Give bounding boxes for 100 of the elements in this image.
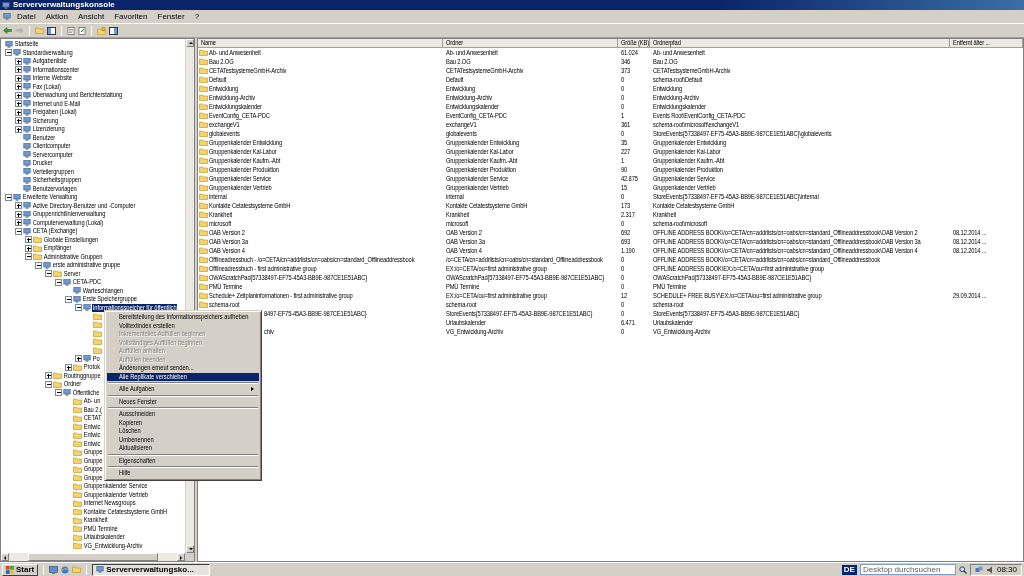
minus-toggle[interactable] (55, 389, 62, 397)
tree-item[interactable]: Informationscenter (32, 65, 80, 74)
menu-item[interactable]: Neues Fenster (107, 397, 259, 406)
menu-item[interactable]: Kopieren (107, 418, 259, 427)
menu-item[interactable]: Aktualisieren (107, 444, 259, 453)
tree-item[interactable]: Sicherheitsgruppen (32, 176, 82, 185)
tree-item[interactable]: Warteschlangen (82, 286, 124, 295)
tree-item[interactable]: CETA (Exchange) (32, 227, 79, 236)
plus-toggle[interactable] (15, 91, 22, 99)
minus-toggle[interactable] (55, 278, 62, 286)
column-header[interactable]: Name (198, 39, 443, 48)
back-icon[interactable] (3, 27, 12, 34)
plus-toggle[interactable] (15, 66, 22, 74)
menu-item[interactable]: Änderungen erneut senden... (107, 364, 259, 373)
speaker-icon[interactable] (985, 565, 994, 574)
minus-toggle[interactable] (75, 304, 82, 312)
tree-item[interactable]: Krankheit (83, 516, 109, 525)
plus-toggle[interactable] (75, 355, 82, 363)
tree-item[interactable]: Globale Einstellungen (43, 235, 99, 244)
minus-toggle[interactable] (35, 261, 42, 269)
tree-item[interactable]: Clientcomputer (32, 142, 72, 151)
minus-toggle[interactable] (45, 380, 52, 388)
menu-item[interactable]: Löschen (107, 427, 259, 436)
tree-item[interactable]: CETAT (83, 414, 103, 423)
panel-icon[interactable] (47, 26, 56, 35)
minus-toggle[interactable] (45, 270, 52, 278)
tree-item[interactable]: Lizenzierung (32, 125, 66, 134)
tree-item[interactable]: Gruppe (83, 465, 104, 474)
plus-toggle[interactable] (15, 219, 22, 227)
tree-item[interactable]: Verteilergruppen (32, 167, 75, 176)
minus-toggle[interactable] (5, 193, 12, 201)
menu-item[interactable]: Alle Replikate verschieben (107, 372, 259, 381)
desktop-icon[interactable] (49, 565, 59, 574)
network-icon[interactable] (974, 565, 983, 574)
tree-item[interactable]: Entwic (83, 439, 101, 448)
plus-toggle[interactable] (45, 372, 52, 380)
globe-icon[interactable] (61, 565, 70, 574)
tree-item[interactable]: Empfänger (43, 244, 72, 253)
plus-toggle[interactable] (15, 117, 22, 125)
menu-item[interactable]: Umbenennen (107, 435, 259, 444)
menu-item[interactable]: Fenster (153, 11, 189, 22)
tree-item[interactable]: Servercomputer (32, 150, 74, 159)
plus-toggle[interactable] (15, 125, 22, 133)
tree-item[interactable]: Ab- un (83, 397, 101, 406)
minus-toggle[interactable] (15, 227, 22, 235)
plus-toggle[interactable] (65, 363, 72, 371)
tree-item[interactable]: Freigaben (Lokal) (32, 108, 78, 117)
tree-item[interactable]: Standardverwaltung (22, 48, 74, 57)
tree-item[interactable]: Active Directory-Benutzer und -Computer (32, 201, 136, 210)
tree-item[interactable]: Entwic (83, 422, 101, 431)
menu-item[interactable]: Bereitstellung des Informationsspeichers aufheben (107, 313, 259, 322)
tree-item[interactable]: Ordner (63, 380, 82, 389)
tree-item[interactable]: Sicherung (32, 116, 59, 125)
page-icon[interactable] (67, 26, 75, 35)
tree-item[interactable]: Drucker (32, 159, 54, 168)
menu-item[interactable]: Aktion (41, 11, 72, 22)
tree-item[interactable]: Bau 2.( (83, 405, 103, 414)
tree-item[interactable]: Erweiterte Verwaltung (22, 193, 78, 202)
tree-item[interactable]: CETA-PDC (72, 278, 102, 287)
menu-item[interactable]: Datei (13, 11, 40, 22)
tree-item[interactable]: Überwachung und Berichterstattung (32, 91, 123, 100)
tree-item[interactable]: Routinggruppe (63, 371, 102, 380)
tree-item[interactable]: Startseite (14, 40, 40, 49)
menu-item[interactable]: Eigenschaften (107, 456, 259, 465)
column-header[interactable]: Ordner (443, 39, 618, 48)
tree-item[interactable]: Server (63, 269, 81, 278)
tree-item[interactable]: erste administrative gruppe (52, 261, 121, 270)
tree-item[interactable]: VG_Entwicklung-Archiv (83, 541, 144, 550)
tree-item[interactable]: Gruppe (83, 473, 104, 482)
search-icon[interactable] (958, 565, 967, 574)
plus-toggle[interactable] (15, 108, 22, 116)
plus-toggle[interactable] (15, 57, 22, 65)
menu-item[interactable]: Favoriten (110, 11, 152, 22)
tree-item[interactable]: Protok (83, 363, 101, 372)
menu-item[interactable]: Ausschneiden (107, 410, 259, 419)
menu-item[interactable]: Hilfe (107, 469, 259, 478)
tree-item[interactable]: Fax (Lokal) (32, 82, 62, 91)
column-header[interactable]: Ordnerpfad (650, 39, 950, 48)
plus-toggle[interactable] (25, 236, 32, 244)
plus-toggle[interactable] (15, 202, 22, 210)
tree-item[interactable]: Aufgabenliste (32, 57, 68, 66)
minus-toggle[interactable] (25, 253, 32, 261)
language-indicator[interactable]: DE (841, 564, 857, 575)
menu-item[interactable]: Volltextindex erstellen (107, 321, 259, 330)
plus-toggle[interactable] (15, 100, 22, 108)
tree-item[interactable]: Internet Newsgroups (83, 499, 137, 508)
menu-item[interactable]: Ansicht (73, 11, 109, 22)
tree-item[interactable]: Internet und E-Mail (32, 99, 81, 108)
column-header[interactable]: Größe (KB) (618, 39, 650, 48)
tree-item[interactable]: Gruppenrichtlinienverwaltung (32, 210, 107, 219)
search-field[interactable]: Desktop durchsuchen (859, 564, 956, 575)
tree-item[interactable]: Gruppe (83, 448, 104, 457)
tree-item[interactable]: Computerverwaltung (Lokal) (32, 218, 104, 227)
tree-item[interactable]: Öffentliche (72, 388, 101, 397)
menu-item[interactable]: Alle Aufgaben (107, 385, 259, 394)
tree-item[interactable]: PMÜ Termine (83, 524, 119, 533)
tree-item[interactable]: Po (92, 354, 101, 363)
tree-item[interactable]: Gruppe (83, 456, 104, 465)
tree-item[interactable]: Entwic (83, 431, 101, 440)
minus-toggle[interactable] (5, 49, 12, 57)
